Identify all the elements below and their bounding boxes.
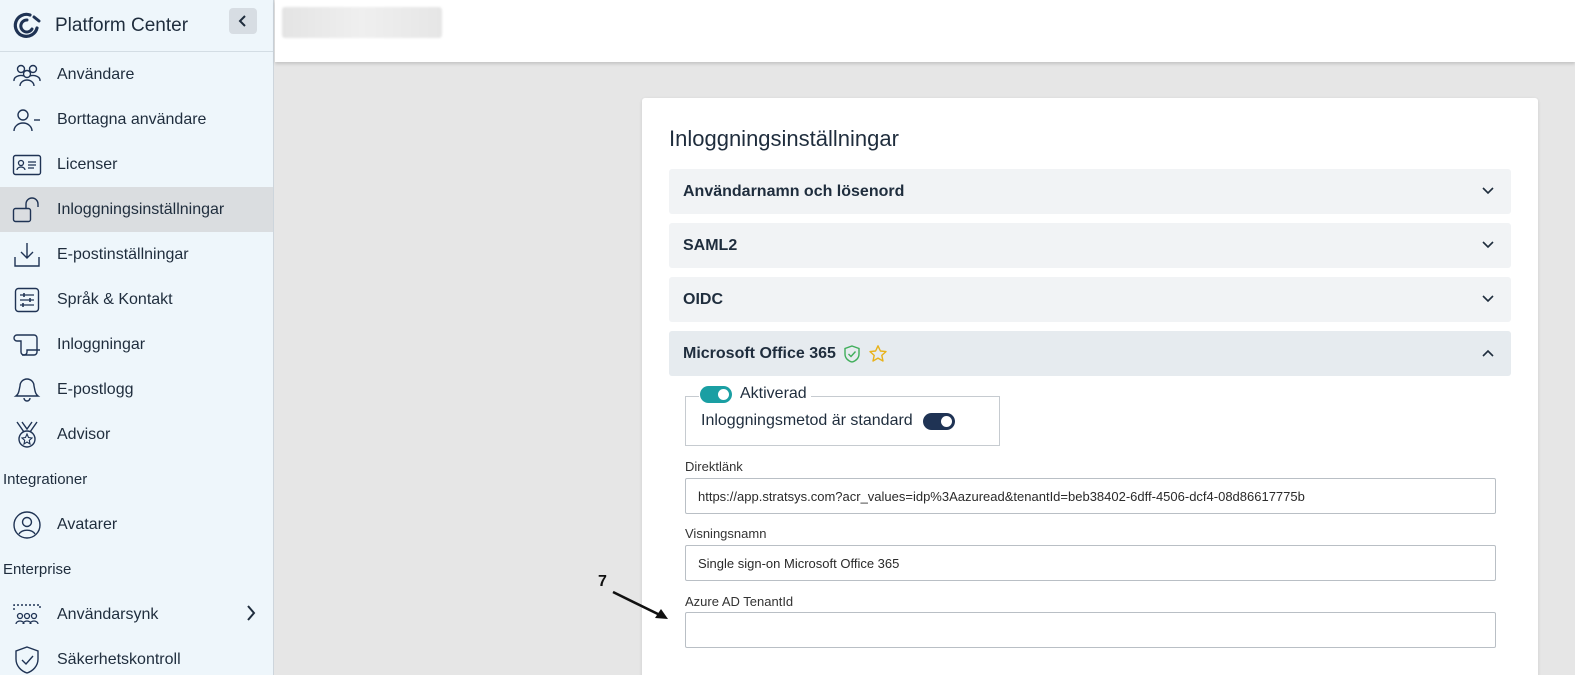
accordion-label: Microsoft Office 365 <box>683 344 836 362</box>
accordion-label: SAML2 <box>683 236 738 254</box>
direct-link-label: Direktlänk <box>685 459 743 474</box>
app-title: Platform Center <box>55 14 189 36</box>
bell-icon <box>13 377 41 402</box>
tenant-id-field[interactable] <box>685 612 1496 648</box>
sidebar-item-licenses[interactable]: Licenser <box>0 142 273 187</box>
chevron-down-icon <box>1482 187 1494 195</box>
sidebar-item-advisor[interactable]: Advisor <box>0 412 273 457</box>
annotation-number: 7 <box>598 573 607 590</box>
sidebar-item-label: Språk & Kontakt <box>57 290 173 308</box>
id-card-icon <box>12 154 42 175</box>
display-name-field[interactable]: Single sign-on Microsoft Office 365 <box>685 545 1496 581</box>
default-method-label: Inloggningsmetod är standard <box>701 412 913 429</box>
tenant-id-label: Azure AD TenantId <box>685 594 794 609</box>
enabled-row: Aktiverad <box>699 385 811 403</box>
sidebar-item-label: Inloggningsinställningar <box>57 200 225 218</box>
sidebar-item-user-sync[interactable]: Användarsynk <box>0 592 273 637</box>
direct-link-field[interactable]: https://app.stratsys.com?acr_values=idp%… <box>685 478 1496 514</box>
accordion-oidc[interactable]: OIDC <box>669 277 1511 322</box>
accordion-label: Användarnamn och lösenord <box>683 182 905 200</box>
top-bar <box>275 0 1575 62</box>
platform-logo-icon <box>13 12 41 38</box>
verified-shield-icon <box>842 344 862 364</box>
sidebar-item-email-settings[interactable]: E-postinställningar <box>0 232 273 277</box>
sidebar-item-label: E-postinställningar <box>57 245 189 263</box>
collapse-sidebar-button[interactable] <box>229 8 257 34</box>
users-icon <box>13 64 41 86</box>
sync-users-icon <box>13 603 41 624</box>
sidebar-item-deleted-users[interactable]: Borttagna användare <box>0 97 273 142</box>
sidebar-item-label: Licenser <box>57 155 118 173</box>
user-minus-icon <box>13 108 40 131</box>
unlock-icon <box>12 196 39 222</box>
sidebar-item-email-log[interactable]: E-postlogg <box>0 367 273 412</box>
display-name-label: Visningsnamn <box>685 526 767 541</box>
sidebar-item-label: Borttagna användare <box>57 110 207 128</box>
medal-icon <box>16 421 38 448</box>
chevron-right-icon <box>247 605 256 621</box>
sidebar-item-label: Inloggningar <box>57 335 146 353</box>
chevron-down-icon <box>1482 241 1494 249</box>
sidebar-item-label: Advisor <box>57 425 111 443</box>
sidebar-item-avatars[interactable]: Avatarer <box>0 502 273 547</box>
sidebar-item-label: Säkerhetskontroll <box>57 650 181 668</box>
sidebar-item-label: Användare <box>57 65 135 83</box>
enabled-label: Aktiverad <box>740 385 807 402</box>
sidebar-item-security-check[interactable]: Säkerhetskontroll <box>0 637 273 675</box>
sidebar-item-label: E-postlogg <box>57 380 134 398</box>
sidebar-item-users[interactable]: Användare <box>0 52 273 97</box>
download-tray-icon <box>14 242 40 267</box>
sliders-icon <box>14 287 40 312</box>
page-title: Inloggningsinställningar <box>669 126 899 151</box>
shield-check-icon <box>15 645 39 674</box>
user-circle-icon <box>13 510 41 539</box>
sidebar-item-label: Användarsynk <box>57 605 159 623</box>
sidebar: Platform Center Användare Borttagna anvä… <box>0 0 274 675</box>
annotation-arrow-icon <box>612 590 668 619</box>
accordion-saml2[interactable]: SAML2 <box>669 223 1511 268</box>
accordion-username-password[interactable]: Användarnamn och lösenord <box>669 169 1511 214</box>
sidebar-item-label: Avatarer <box>57 515 118 533</box>
chevron-left-icon <box>238 15 246 27</box>
enabled-toggle[interactable] <box>700 385 732 403</box>
blurred-header-content <box>282 7 442 38</box>
accordion-label: OIDC <box>683 290 723 308</box>
sidebar-item-login-settings[interactable]: Inloggningsinställningar <box>0 187 273 232</box>
section-integrations: Integrationer <box>3 471 88 488</box>
default-method-toggle[interactable] <box>922 412 955 430</box>
sidebar-item-language-contact[interactable]: Språk & Kontakt <box>0 277 273 322</box>
default-method-row: Inloggningsmetod är standard <box>701 412 955 430</box>
login-settings-card: Inloggningsinställningar Användarnamn oc… <box>642 98 1538 675</box>
scroll-icon <box>13 333 40 356</box>
sidebar-item-logins[interactable]: Inloggningar <box>0 322 273 367</box>
section-enterprise: Enterprise <box>3 561 72 578</box>
star-icon[interactable] <box>868 344 888 364</box>
accordion-microsoft-office-365[interactable]: Microsoft Office 365 <box>669 331 1511 376</box>
chevron-down-icon <box>1482 295 1494 303</box>
chevron-up-icon <box>1482 349 1494 357</box>
